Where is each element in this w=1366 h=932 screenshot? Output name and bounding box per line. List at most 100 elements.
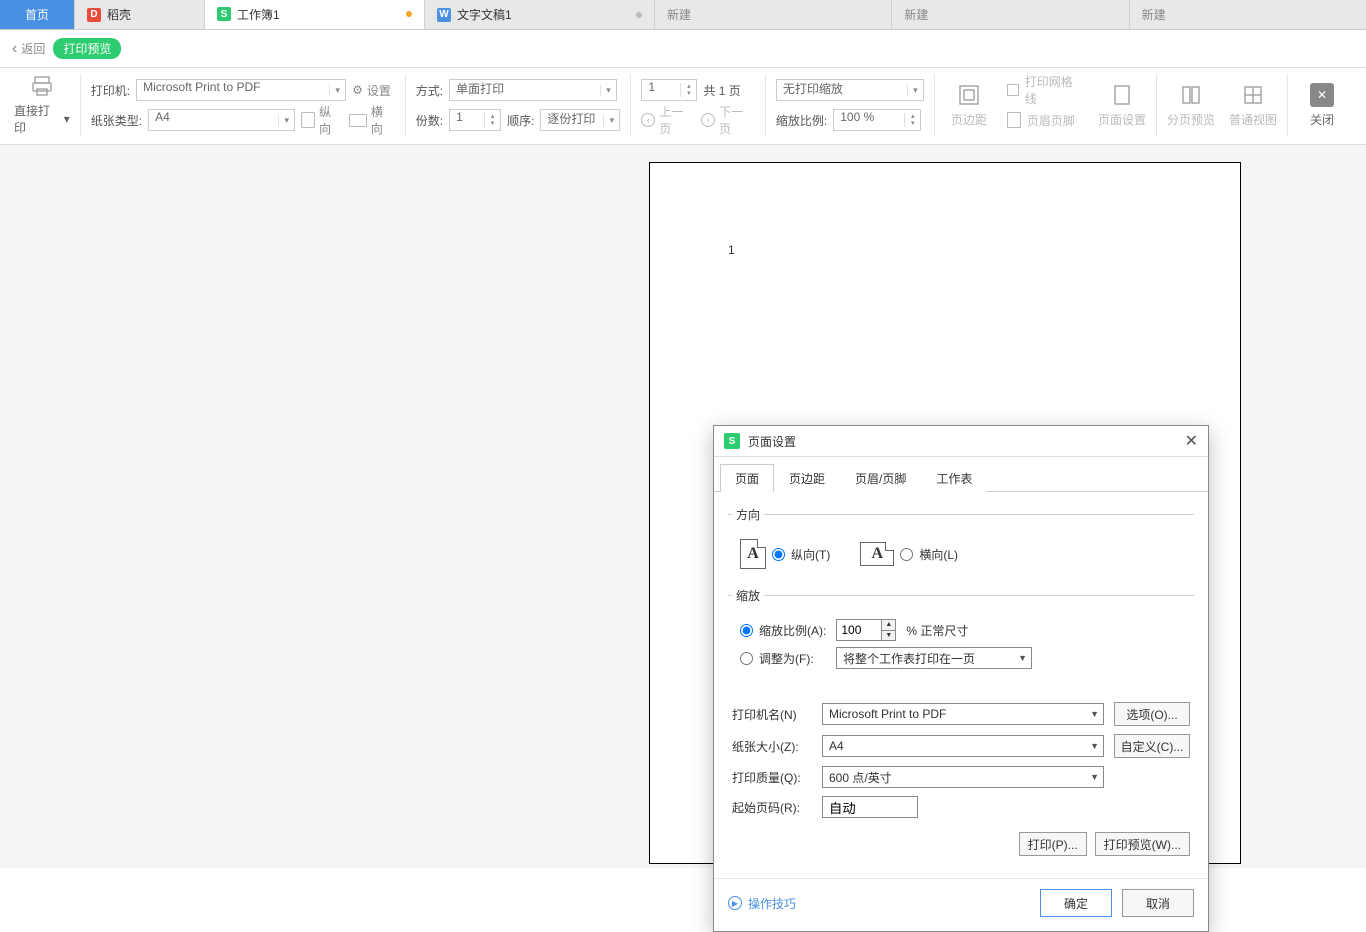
options-button[interactable]: 选项(O)... [1114,702,1190,726]
spin-up-icon[interactable]: ▲ [882,620,895,631]
print-button[interactable]: 打印(P)... [1019,832,1087,856]
copies-spinner[interactable]: 1 ▴▾ [449,109,501,131]
spinner-arrows-icon: ▴▾ [680,83,696,97]
scale-ratio-suffix: % 正常尺寸 [906,622,968,639]
scale-mode-select[interactable]: 无打印缩放 ▾ [776,79,924,101]
start-page-input[interactable] [822,796,918,818]
scale-ratio-radio[interactable] [740,624,753,637]
scale-ratio-spinner[interactable]: ▲▼ [836,619,896,641]
group-close: ✕ 关闭 [1288,74,1356,136]
dialog-tabs: 页面 页边距 页眉/页脚 工作表 [714,457,1208,492]
group-mode-copies: 方式: 单面打印 ▾ 份数: 1 ▴▾ 顺序: 逐份打印 ▾ [406,74,632,136]
mode-select[interactable]: 单面打印 ▾ [449,79,617,101]
printer-form: 打印机名(N) Microsoft Print to PDF▼ 选项(O)...… [728,696,1194,824]
group-direct-print: 直接打印▾ [10,74,81,136]
custom-button[interactable]: 自定义(C)... [1114,734,1190,758]
header-footer-button[interactable]: 页眉页脚 [1027,112,1075,129]
grid-view-icon [1241,83,1265,107]
tab-daoke[interactable]: D 稻壳 [75,0,205,29]
paper-type-select[interactable]: A4 ▾ [148,109,295,131]
portrait-page-icon: A [740,539,766,569]
direct-print-button[interactable]: 直接打印▾ [14,74,70,136]
page-setup-icon [1110,83,1134,107]
normal-view-button[interactable]: 普通视图 [1229,83,1277,128]
tab-label: 稻壳 [107,6,131,23]
group-views: 分页预览 普通视图 [1157,74,1288,136]
tab-new-2[interactable]: 新建 [892,0,1129,29]
portrait-button[interactable]: 纵向 [301,103,343,137]
play-icon: ▶ [728,896,742,910]
orientation-legend: 方向 [732,506,764,523]
dialog-close-button[interactable]: ✕ [1185,431,1198,451]
scale-ratio-label: 缩放比例: [776,112,827,129]
close-icon: ✕ [1310,83,1334,107]
margins-button[interactable]: 页边距 [945,83,993,128]
tab-home[interactable]: 首页 [0,0,75,29]
dialog-title: 页面设置 [748,433,796,450]
printer-settings-button[interactable]: ⚙ 设置 [352,82,391,99]
chevron-down-icon: ▼ [1090,709,1099,719]
tab-new-1[interactable]: 新建 [655,0,892,29]
next-page-button[interactable]: ›下一页 [701,103,755,137]
spin-down-icon[interactable]: ▼ [882,631,895,641]
printer-icon [30,74,54,98]
spreadsheet-icon: S [217,7,231,21]
back-button[interactable]: 返回 [12,40,45,58]
print-preview-pill: 打印预览 [53,38,121,59]
print-preview-button[interactable]: 打印预览(W)... [1095,832,1190,856]
landscape-icon [349,114,367,127]
dialog-titlebar: S 页面设置 ✕ [714,426,1208,457]
landscape-radio[interactable] [900,548,913,561]
chevron-down-icon: ▾ [600,85,616,96]
paper-type-label: 纸张类型: [91,112,142,129]
tab-document[interactable]: W 文字文稿1 [425,0,655,29]
scaling-legend: 缩放 [732,587,764,604]
close-preview-button[interactable]: ✕ 关闭 [1298,83,1346,128]
chevron-down-icon: ▼ [1090,741,1099,751]
scale-ratio-input[interactable] [837,620,881,640]
prev-page-button[interactable]: ‹上一页 [641,103,695,137]
scaling-fieldset: 缩放 缩放比例(A): ▲▼ % 正常尺寸 调整为(F): 将整个工作表打印在一… [728,587,1194,676]
chevron-down-icon: ▾ [603,115,619,126]
scale-fit-radio[interactable] [740,652,753,665]
dialog-tab-page[interactable]: 页面 [720,464,774,492]
dialog-tab-header[interactable]: 页眉/页脚 [840,464,921,492]
orientation-fieldset: 方向 A 纵向(T) A 横向(L) [728,506,1194,577]
dialog-footer: ▶ 操作技巧 确定 取消 [714,878,1208,931]
printer-name-label: 打印机名(N) [732,706,812,723]
printer-select[interactable]: Microsoft Print to PDF ▾ [136,79,346,101]
page-setup-button[interactable]: 页面设置 [1098,83,1146,128]
paging-preview-button[interactable]: 分页预览 [1167,83,1215,128]
tips-link[interactable]: ▶ 操作技巧 [728,895,796,912]
start-page-label: 起始页码(R): [732,799,812,816]
page-number-input[interactable]: 1 ▴▾ [641,79,697,101]
dialog-tab-sheet[interactable]: 工作表 [921,464,987,492]
portrait-icon [301,112,315,128]
print-gridlines-checkbox[interactable]: 打印网格线 [1025,73,1084,107]
ok-button[interactable]: 确定 [1040,889,1112,917]
tab-label: 首页 [25,6,49,23]
order-select[interactable]: 逐份打印 ▾ [540,109,620,131]
preview-canvas: 1 S 页面设置 ✕ 页面 页边距 页眉/页脚 工作表 方向 A 纵向(T) [0,145,1366,868]
portrait-radio[interactable] [772,548,785,561]
dialog-tab-margins[interactable]: 页边距 [774,464,840,492]
cancel-button[interactable]: 取消 [1122,889,1194,917]
paper-size-label: 纸张大小(Z): [732,738,812,755]
page-total: 共 1 页 [703,82,740,99]
quality-select[interactable]: 600 点/英寸▼ [822,766,1104,788]
printer-name-select[interactable]: Microsoft Print to PDF▼ [822,703,1104,725]
tab-new-3[interactable]: 新建 [1130,0,1366,29]
page-setup-dialog: S 页面设置 ✕ 页面 页边距 页眉/页脚 工作表 方向 A 纵向(T) [713,425,1209,932]
spreadsheet-icon: S [724,433,740,449]
group-scaling: 无打印缩放 ▾ 缩放比例: 100 % ▴▾ [766,74,935,136]
landscape-button[interactable]: 横向 [349,103,395,137]
tab-workbook[interactable]: S 工作簿1 [205,0,425,29]
orientation-landscape[interactable]: A 横向(L) [860,542,958,566]
chevron-down-icon: ▾ [278,115,294,126]
scale-fit-select[interactable]: 将整个工作表打印在一页▼ [836,647,1032,669]
orientation-portrait[interactable]: A 纵向(T) [740,539,830,569]
scale-pct-input[interactable]: 100 % ▴▾ [833,109,921,131]
paper-size-select[interactable]: A4▼ [822,735,1104,757]
document-tab-bar: 首页 D 稻壳 S 工作簿1 W 文字文稿1 新建 新建 新建 [0,0,1366,30]
dialog-body: 方向 A 纵向(T) A 横向(L) 缩放 [714,492,1208,870]
